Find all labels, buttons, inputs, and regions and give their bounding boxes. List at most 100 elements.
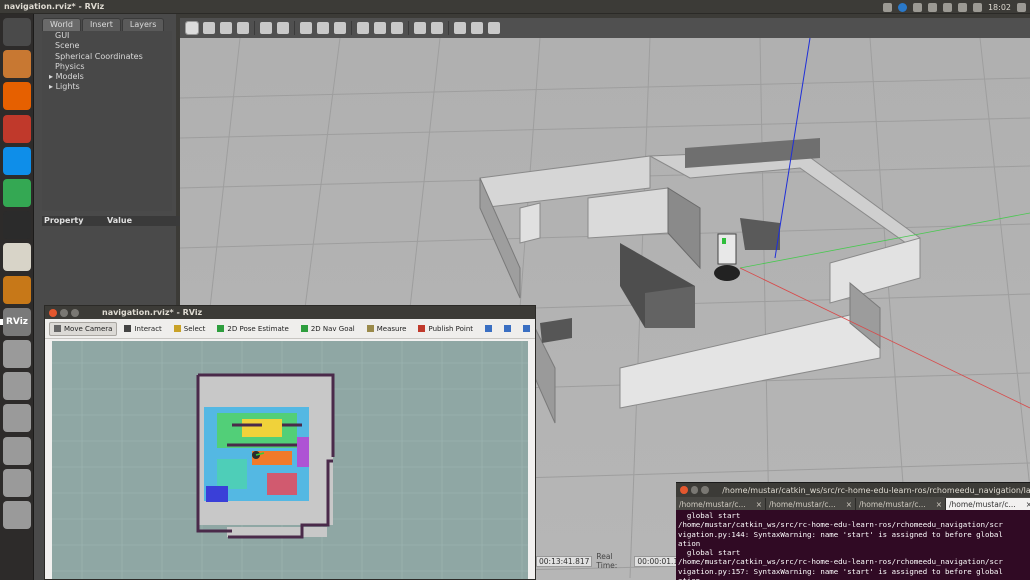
tool-label: 2D Pose Estimate <box>227 324 289 333</box>
tool-select[interactable]: Select <box>169 322 211 336</box>
2d-pose-estimate-icon <box>217 325 225 332</box>
tool-move-camera[interactable]: Move Camera <box>49 321 118 336</box>
plus-icon[interactable] <box>480 322 497 335</box>
launcher-drive-1-icon[interactable] <box>3 340 31 368</box>
maximize-icon[interactable] <box>71 308 79 317</box>
copy-icon[interactable] <box>414 22 426 34</box>
tool-label: Measure <box>376 324 407 333</box>
clock[interactable]: 18:02 <box>988 3 1011 12</box>
launcher-firefox-icon[interactable] <box>3 82 31 111</box>
power-gear-icon[interactable] <box>1017 2 1026 12</box>
tree-item-lights[interactable]: ▸ Lights <box>42 82 172 92</box>
select-icon <box>173 325 181 332</box>
point-light-icon[interactable] <box>357 22 369 34</box>
launcher-drive-2-icon[interactable] <box>3 372 31 401</box>
tool-label: Select <box>183 324 206 333</box>
tool-interact[interactable]: Interact <box>119 322 166 336</box>
tool-publish-point[interactable]: Publish Point <box>413 322 478 336</box>
tree-item-spherical-coordinates[interactable]: Spherical Coordinates <box>42 52 172 62</box>
select-mode-icon[interactable] <box>185 21 199 35</box>
maximize-icon[interactable] <box>701 486 710 494</box>
tool-2d-pose-estimate[interactable]: 2D Pose Estimate <box>212 322 293 336</box>
tree-item-physics[interactable]: Physics <box>42 62 172 72</box>
launcher-files-icon[interactable] <box>3 50 31 79</box>
launcher-terminal-icon[interactable] <box>3 211 31 240</box>
close-icon[interactable] <box>680 486 688 494</box>
eye-icon[interactable] <box>518 322 535 335</box>
teamviewer-tray-icon[interactable] <box>897 2 907 12</box>
robot-model[interactable] <box>714 233 740 281</box>
tab-close-icon[interactable]: × <box>846 500 852 509</box>
launcher-settings-icon[interactable] <box>3 114 31 143</box>
launcher-rviz-icon[interactable]: RViz <box>0 307 31 336</box>
launcher-trash-icon[interactable] <box>3 501 31 529</box>
redo-icon[interactable] <box>277 22 289 34</box>
system-tray: 18:02 <box>882 0 1026 14</box>
tree-item-gui[interactable]: GUI <box>42 31 172 41</box>
toolbar-separator <box>294 21 295 35</box>
keyboard-icon[interactable] <box>882 2 892 12</box>
tool-2d-nav-goal[interactable]: 2D Nav Goal <box>296 322 360 336</box>
launcher-drive-5-icon[interactable] <box>3 468 31 497</box>
snap-icon[interactable] <box>471 22 483 34</box>
tab-close-icon[interactable]: × <box>936 500 942 509</box>
sphere-shape-icon[interactable] <box>317 22 329 34</box>
launcher-drive-3-icon[interactable] <box>3 404 31 433</box>
terminal-tab-label: /home/mustar/c... <box>949 499 1016 509</box>
terminal-tabs: /home/mustar/c... ×/home/mustar/c... ×/hom… <box>676 497 1030 510</box>
tab-close-icon[interactable]: × <box>756 500 762 509</box>
terminal-tab[interactable]: /home/mustar/c... × <box>676 498 766 510</box>
volume-icon[interactable] <box>972 2 982 12</box>
launcher-text-editor-icon[interactable] <box>3 243 31 272</box>
battery-icon[interactable] <box>957 2 967 12</box>
terminal-window: /home/mustar/catkin_ws/src/rc-home-edu-l… <box>676 482 1030 580</box>
paste-icon[interactable] <box>431 22 443 34</box>
toolbar-separator <box>408 21 409 35</box>
tab-insert[interactable]: Insert <box>81 18 121 31</box>
minimize-icon[interactable] <box>690 486 699 494</box>
minus-icon[interactable] <box>499 322 516 335</box>
launcher-chrome-icon[interactable] <box>3 179 31 207</box>
tab-world[interactable]: World <box>42 18 81 31</box>
undo-icon[interactable] <box>260 22 272 34</box>
tree-item-label: Spherical Coordinates <box>55 51 143 61</box>
bluetooth-icon[interactable] <box>942 2 952 12</box>
terminal-tab[interactable]: /home/mustar/c... × <box>766 498 856 510</box>
input-method-icon[interactable] <box>912 2 922 12</box>
rviz-window: navigation.rviz* - RViz Move Camera Inter… <box>44 305 536 580</box>
box-shape-icon[interactable] <box>300 22 312 34</box>
minus-icon-glyph <box>504 325 512 332</box>
tree-item-scene[interactable]: Scene <box>42 41 172 51</box>
directional-light-icon[interactable] <box>391 22 403 34</box>
launcher-teamviewer-icon[interactable] <box>3 146 31 175</box>
minimize-icon[interactable] <box>60 308 68 317</box>
top-panel: navigation.rviz* - RViz 18:02 <box>0 0 1030 14</box>
rotate-mode-icon[interactable] <box>220 22 232 34</box>
terminal-tab[interactable]: /home/mustar/c... × <box>856 498 946 510</box>
tab-close-icon[interactable]: × <box>1026 500 1030 509</box>
launcher-label: RViz <box>5 316 29 327</box>
rviz-map-viewport[interactable] <box>52 341 528 579</box>
launcher-sublime-icon[interactable] <box>3 275 31 304</box>
scale-mode-icon[interactable] <box>237 22 249 34</box>
network-icon[interactable] <box>927 2 937 12</box>
costmap-render <box>52 341 528 579</box>
tree-item-models[interactable]: ▸ Models <box>42 72 172 82</box>
cylinder-shape-icon[interactable] <box>334 22 346 34</box>
terminal-tab[interactable]: /home/mustar/c... × <box>946 498 1030 510</box>
rviz-titlebar: navigation.rviz* - RViz <box>45 306 535 319</box>
close-icon[interactable] <box>49 308 57 317</box>
terminal-output[interactable]: global start/home/mustar/catkin_ws/src/r… <box>676 510 1030 580</box>
tool-measure[interactable]: Measure <box>362 322 412 336</box>
window-title: navigation.rviz* - RViz <box>4 2 105 11</box>
launcher-ubuntu-dash-icon[interactable] <box>3 18 31 46</box>
change-view-icon[interactable] <box>488 22 500 34</box>
launcher-drive-4-icon[interactable] <box>3 436 31 465</box>
tree-item-label: Physics <box>55 61 85 71</box>
translate-mode-icon[interactable] <box>203 22 215 34</box>
tree-item-label: Scene <box>55 41 80 51</box>
align-icon[interactable] <box>454 22 466 34</box>
spot-light-icon[interactable] <box>374 22 386 34</box>
tab-layers[interactable]: Layers <box>121 18 165 31</box>
terminal-line: /home/mustar/catkin_ws/src/rc-home-edu-l… <box>678 557 1003 567</box>
